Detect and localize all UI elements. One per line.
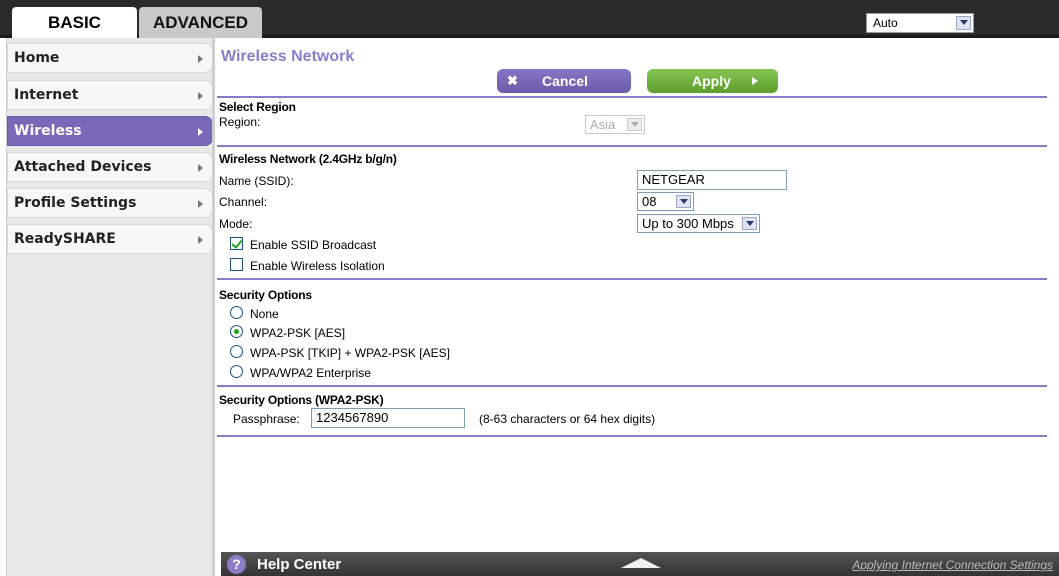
cancel-button[interactable]: ✖ Cancel — [497, 69, 631, 93]
divider — [217, 385, 1047, 387]
close-icon: ✖ — [507, 73, 518, 88]
tab-basic[interactable]: BASIC — [12, 7, 137, 38]
mode-select[interactable]: Up to 300 Mbps — [637, 214, 760, 233]
tab-advanced[interactable]: ADVANCED — [139, 7, 262, 38]
divider — [217, 145, 1047, 147]
chevron-right-icon — [198, 92, 203, 100]
chevron-right-icon — [198, 200, 203, 208]
cancel-button-label: Cancel — [542, 73, 588, 89]
security-enterprise-label: WPA/WPA2 Enterprise — [250, 366, 371, 380]
sidebar-item-attached-devices[interactable]: Attached Devices — [7, 152, 213, 182]
passphrase-hint: (8-63 characters or 64 hex digits) — [479, 412, 656, 426]
sidebar: Home Internet Wireless Attached Devices … — [6, 38, 213, 576]
help-center-label: Help Center — [257, 556, 342, 573]
sidebar-item-label: Profile Settings — [14, 195, 137, 211]
security-none-radio[interactable] — [230, 306, 243, 319]
help-center-bar[interactable]: ? Help Center Applying Internet Connecti… — [221, 552, 1059, 576]
sidebar-item-label: Attached Devices — [14, 159, 152, 175]
passphrase-input[interactable]: 1234567890 — [311, 408, 465, 428]
ssid-input[interactable]: NETGEAR — [637, 170, 787, 190]
help-link[interactable]: Applying Internet Connection Settings — [852, 558, 1053, 572]
enable-ssid-broadcast-checkbox[interactable] — [230, 237, 243, 250]
sidebar-item-internet[interactable]: Internet — [7, 80, 213, 110]
security-wpa-wpa2-psk-radio[interactable] — [230, 345, 243, 358]
help-icon: ? — [227, 555, 246, 574]
channel-label: Channel: — [219, 195, 268, 209]
chevron-right-icon — [198, 164, 203, 172]
ssid-label: Name (SSID): — [219, 174, 294, 188]
apply-button-label: Apply — [692, 73, 731, 89]
sidebar-item-home[interactable]: Home — [7, 43, 213, 73]
page-title: Wireless Network — [221, 48, 355, 65]
channel-select[interactable]: 08 — [637, 192, 694, 211]
security-none-label: None — [250, 307, 279, 321]
triangle-up-icon[interactable] — [621, 558, 661, 568]
divider — [217, 96, 1047, 98]
sidebar-item-label: Wireless — [14, 123, 82, 139]
wireless-section-title: Wireless Network (2.4GHz b/g/n) — [219, 152, 397, 166]
main-panel: Wireless Network ✖ Cancel Apply Select R… — [212, 38, 1059, 576]
security-enterprise-radio[interactable] — [230, 365, 243, 378]
sidebar-item-label: Home — [14, 50, 60, 66]
region-section-title: Select Region — [219, 100, 296, 114]
mode-label: Mode: — [219, 217, 253, 231]
chevron-down-icon — [676, 195, 691, 208]
chevron-right-icon — [198, 128, 203, 136]
region-label: Region: — [219, 115, 261, 129]
chevron-right-icon — [752, 77, 758, 85]
chevron-right-icon — [198, 55, 203, 63]
enable-ssid-broadcast-label: Enable SSID Broadcast — [250, 238, 377, 252]
security-section-title: Security Options — [219, 288, 312, 302]
enable-wireless-isolation-checkbox[interactable] — [230, 258, 243, 271]
sidebar-item-readyshare[interactable]: ReadySHARE — [7, 224, 213, 254]
passphrase-label: Passphrase: — [233, 412, 300, 426]
security-wpa2-psk-radio[interactable] — [230, 325, 243, 338]
apply-button[interactable]: Apply — [647, 69, 778, 93]
region-select[interactable]: Asia — [585, 115, 645, 134]
security-wpa2-psk-label: WPA2-PSK [AES] — [250, 326, 346, 340]
channel-select-value: 08 — [642, 194, 657, 209]
security-wpa-wpa2-psk-label: WPA-PSK [TKIP] + WPA2-PSK [AES] — [250, 346, 450, 360]
enable-wireless-isolation-label: Enable Wireless Isolation — [250, 259, 385, 273]
top-bar: BASIC ADVANCED Auto — [0, 0, 1059, 38]
divider — [217, 435, 1047, 437]
sidebar-item-label: Internet — [14, 87, 79, 103]
language-select[interactable]: Auto — [866, 13, 974, 33]
language-select-value: Auto — [873, 16, 898, 30]
mode-select-value: Up to 300 Mbps — [642, 216, 734, 231]
divider — [217, 278, 1047, 280]
sidebar-item-profile-settings[interactable]: Profile Settings — [7, 188, 213, 218]
region-select-value: Asia — [590, 117, 616, 132]
chevron-right-icon — [198, 236, 203, 244]
chevron-down-icon — [956, 16, 971, 30]
chevron-down-icon — [742, 217, 757, 230]
chevron-down-icon — [627, 118, 642, 131]
sidebar-item-wireless[interactable]: Wireless — [7, 116, 213, 146]
passphrase-section-title: Security Options (WPA2-PSK) — [219, 393, 384, 407]
sidebar-item-label: ReadySHARE — [14, 231, 116, 247]
